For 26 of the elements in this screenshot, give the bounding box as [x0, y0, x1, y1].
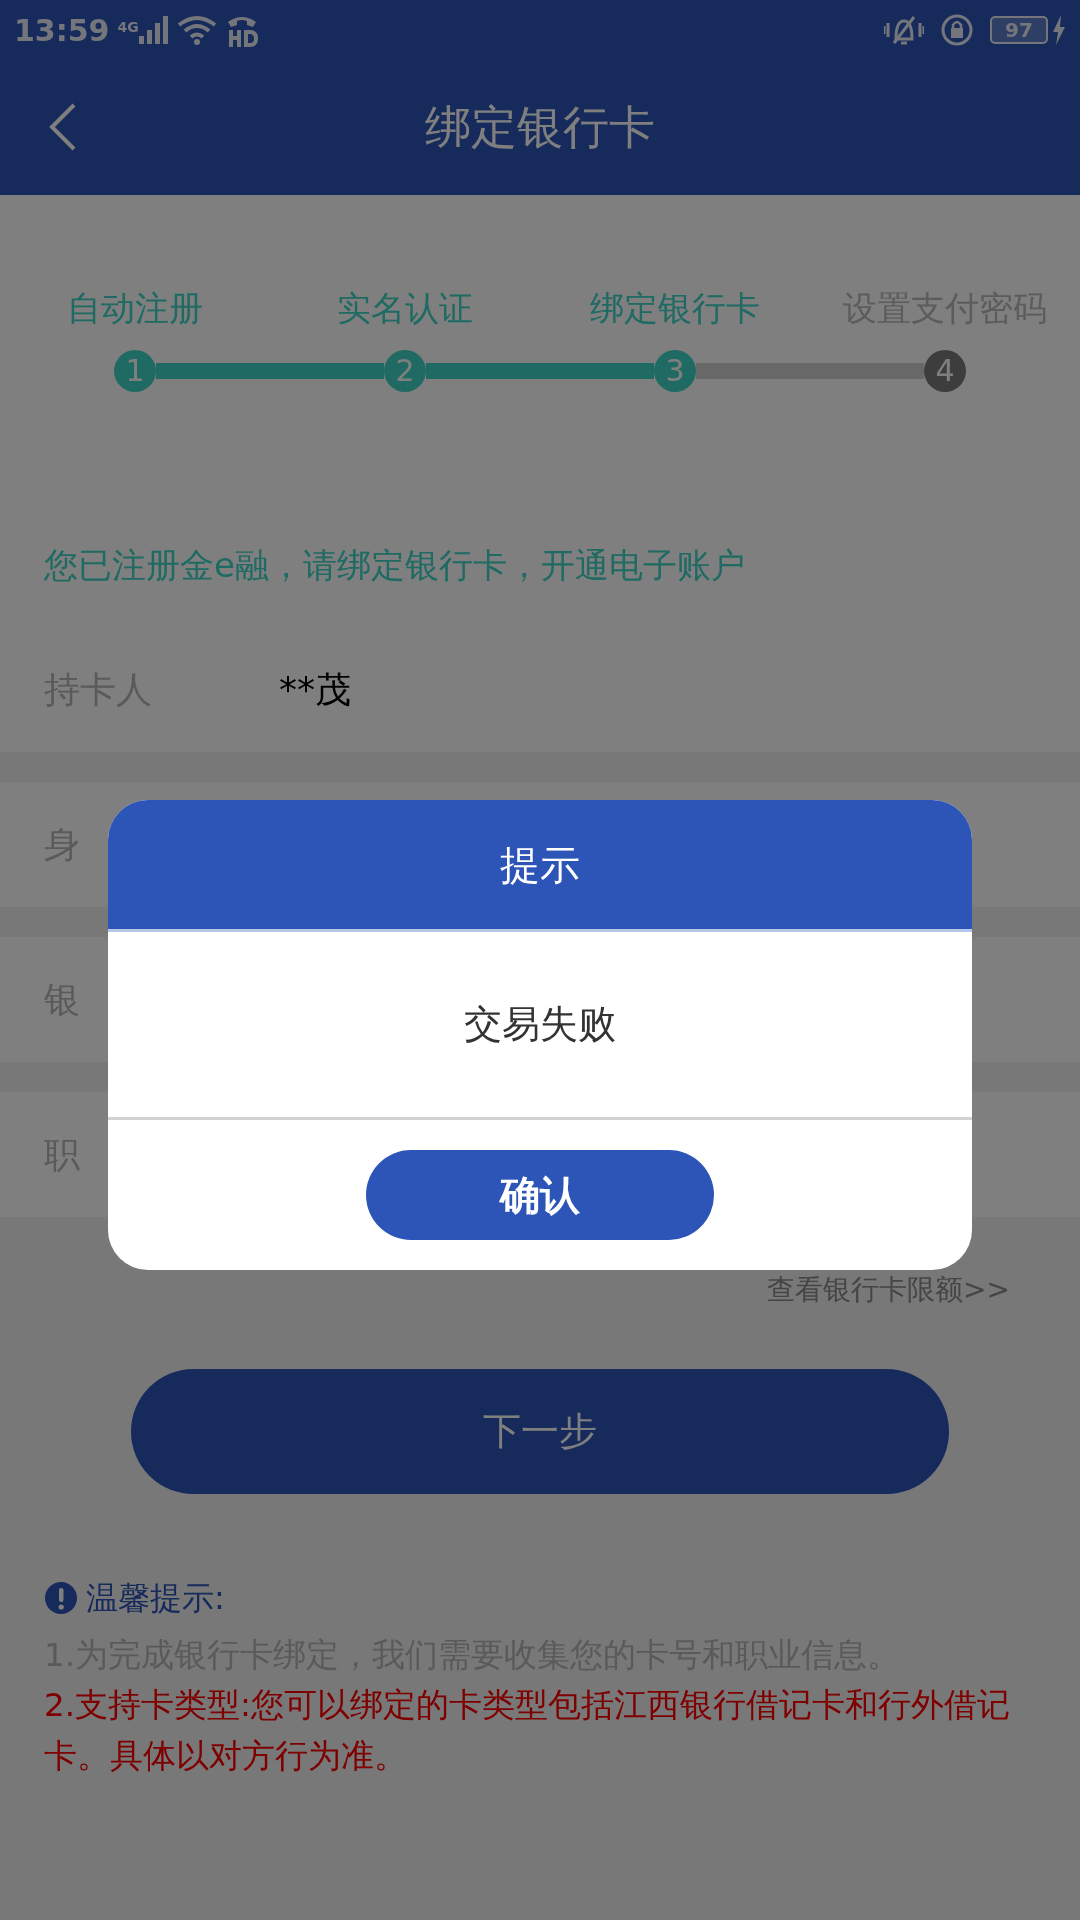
- step-label: 实名认证: [337, 287, 473, 330]
- back-icon[interactable]: [48, 102, 78, 152]
- step-number: 2: [384, 350, 426, 392]
- alert-icon: [44, 1581, 78, 1615]
- tip-text: 2.支持卡类型:您可以绑定的卡类型包括江西银行借记卡和行外借记卡。具体以对方行为准。: [44, 1685, 1011, 1777]
- rotation-lock-icon: [940, 13, 974, 47]
- step-number: 4: [924, 350, 966, 392]
- step-label: 自动注册: [67, 287, 203, 330]
- step-number: 1: [114, 350, 156, 392]
- field-value: **茂: [279, 667, 351, 712]
- charging-icon: [1052, 15, 1066, 45]
- wifi-icon: [176, 15, 217, 45]
- confirm-button[interactable]: 确认: [366, 1150, 714, 1240]
- status-time: 13:59: [14, 11, 110, 50]
- next-button[interactable]: 下一步: [131, 1369, 949, 1494]
- dialog-title: 提示: [108, 800, 972, 932]
- battery-level: 97: [1005, 20, 1033, 40]
- step-number: 3: [654, 350, 696, 392]
- muted-vibrate-icon: [884, 13, 924, 47]
- notice-text: 您已注册金e融，请绑定银行卡，开通电子账户: [0, 540, 1080, 627]
- network-type: 4G: [117, 20, 139, 34]
- dialog-message: 交易失败: [108, 932, 972, 1120]
- signal-icon: [138, 16, 169, 44]
- page-title: 绑定银行卡: [425, 99, 655, 156]
- tips-title: 温馨提示:: [86, 1578, 225, 1619]
- step-label: 绑定银行卡: [590, 287, 760, 330]
